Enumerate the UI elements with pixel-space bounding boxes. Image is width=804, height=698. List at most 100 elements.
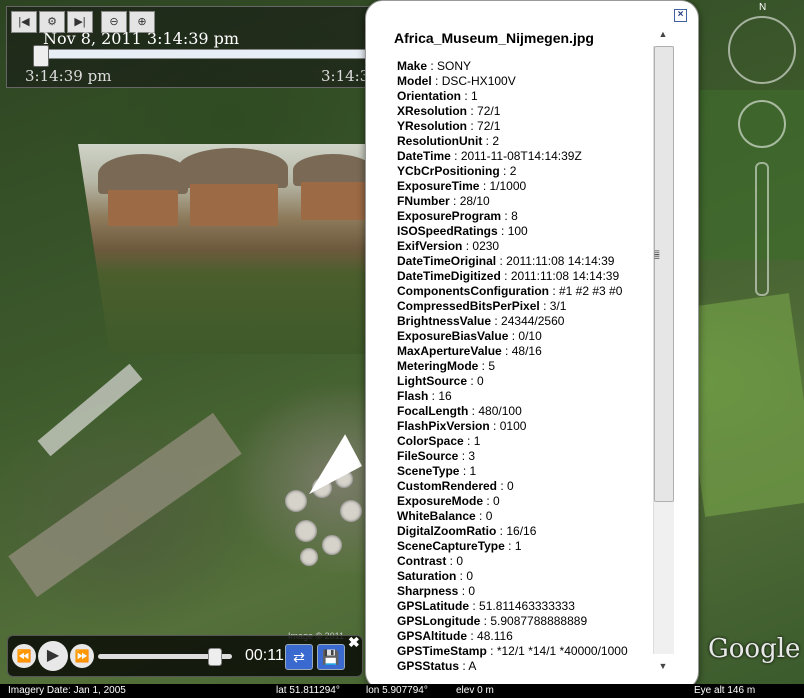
scrollbar-grip-icon: ≡ ≡	[654, 248, 660, 263]
exif-key: DateTime	[397, 149, 451, 163]
exif-row: Make : SONY	[397, 59, 647, 74]
photo-overlay[interactable]	[78, 144, 368, 354]
time-slider-handle[interactable]	[33, 45, 49, 67]
exif-row: GPSLatitude : 51.811463333333	[397, 599, 647, 614]
exif-row: DateTime : 2011-11-08T14:14:39Z	[397, 149, 647, 164]
zoom-slider[interactable]	[755, 162, 769, 296]
exif-key: FNumber	[397, 194, 450, 208]
save-icon[interactable]: 💾	[317, 644, 345, 670]
exif-separator: :	[480, 614, 491, 628]
exif-key: DigitalZoomRatio	[397, 524, 497, 538]
exif-separator: :	[489, 419, 500, 433]
exif-value: *12/1 *14/1 *40000/1000	[496, 644, 628, 658]
exif-separator: :	[427, 59, 438, 73]
repeat-icon[interactable]: ⇄	[285, 644, 313, 670]
exif-row: ResolutionUnit : 2	[397, 134, 647, 149]
scrollbar-thumb[interactable]	[654, 46, 674, 502]
time-slider-date: Nov 8, 2011 3:14:39 pm	[43, 29, 240, 48]
exif-row: ExifVersion : 0230	[397, 239, 647, 254]
exif-row: ISOSpeedRatings : 100	[397, 224, 647, 239]
exif-separator: :	[449, 194, 460, 208]
exif-separator: :	[499, 164, 510, 178]
exif-key: ComponentsConfiguration	[397, 284, 549, 298]
exif-row: FlashPixVersion : 0100	[397, 419, 647, 434]
north-indicator: N	[759, 2, 767, 13]
close-icon[interactable]: ✖	[348, 634, 360, 651]
exif-key: SceneType	[397, 464, 460, 478]
exif-key: XResolution	[397, 104, 468, 118]
time-slider-track[interactable]	[37, 49, 371, 59]
exif-row: CompressedBitsPerPixel : 3/1	[397, 299, 647, 314]
look-joystick[interactable]	[728, 16, 796, 84]
move-joystick[interactable]	[738, 100, 786, 148]
exif-field-list: Make : SONY Model : DSC-HX100V Orientation…	[397, 59, 647, 673]
rewind-icon[interactable]: ⏪	[12, 644, 36, 668]
exif-key: ExposureMode	[397, 494, 484, 508]
exif-value: 8	[511, 209, 518, 223]
exif-value: DSC-HX100V	[441, 74, 516, 88]
exif-value: 72/1	[477, 104, 501, 118]
fast-forward-icon[interactable]: ⏩	[70, 644, 94, 668]
latitude-readout: lat 51.811294°	[276, 685, 340, 696]
exif-separator: :	[475, 509, 486, 523]
arrow-up-icon[interactable]: ▲	[651, 24, 675, 44]
exif-separator: :	[478, 359, 489, 373]
hut-roof	[322, 535, 342, 555]
time-slider-start-label: 3:14:39 pm	[25, 67, 112, 85]
time-slider-panel: |◀ ⚙ ▶| ⊖ ⊕ Nov 8, 2011 3:14:39 pm 3:14:…	[6, 6, 371, 88]
exif-row: DigitalZoomRatio : 16/16	[397, 524, 647, 539]
exif-key: FlashPixVersion	[397, 419, 490, 433]
exif-key: ISOSpeedRatings	[397, 224, 498, 238]
tour-time: 00:11	[245, 647, 284, 664]
exif-value: 0	[493, 494, 500, 508]
exif-key: LightSource	[397, 374, 468, 388]
exif-separator: :	[467, 629, 478, 643]
exif-key: GPSStatus	[397, 659, 460, 673]
exif-key: FocalLength	[397, 404, 469, 418]
exif-key: GPSAltitude	[397, 629, 468, 643]
exif-separator: :	[504, 539, 515, 553]
elevation-readout: elev 0 m	[456, 685, 494, 696]
exif-value: 2011:11:08 14:14:39	[510, 269, 620, 283]
exif-separator: :	[467, 104, 478, 118]
exif-value: 2011-11-08T14:14:39Z	[460, 149, 582, 163]
exif-value: 3	[468, 449, 476, 463]
exif-separator: :	[459, 659, 469, 673]
exif-separator: :	[467, 119, 478, 133]
exif-value: A	[468, 659, 477, 673]
exif-key: CustomRendered	[397, 479, 498, 493]
tour-progress-handle[interactable]	[208, 648, 222, 666]
step-back-icon[interactable]: |◀	[11, 11, 37, 33]
road	[37, 363, 143, 457]
exif-row: ColorSpace : 1	[397, 434, 647, 449]
exif-row: Contrast : 0	[397, 554, 647, 569]
exif-row: ExposureTime : 1/1000	[397, 179, 647, 194]
close-icon[interactable]: ×	[674, 9, 687, 22]
exif-value: 2	[509, 164, 517, 178]
exif-key: GPSLongitude	[397, 614, 481, 628]
hut-roof	[340, 500, 362, 522]
exif-value: 0	[468, 584, 476, 598]
exif-value: 1/1000	[489, 179, 527, 193]
exif-value: #1 #2 #3 #0	[559, 284, 623, 298]
exif-row: CustomRendered : 0	[397, 479, 647, 494]
exif-separator: :	[467, 374, 478, 388]
exif-key: Orientation	[397, 89, 462, 103]
exif-value: 1	[473, 434, 481, 448]
exif-value: 3/1	[549, 299, 567, 313]
balloon-scrollbar[interactable]: ▲ ≡ ≡ ▼	[651, 24, 675, 676]
exif-separator: :	[539, 299, 550, 313]
arrow-down-icon[interactable]: ▼	[651, 656, 675, 676]
exif-key: FileSource	[397, 449, 459, 463]
exif-value: 48/16	[511, 344, 542, 358]
exif-separator: :	[456, 569, 467, 583]
hut-roof	[295, 520, 317, 542]
exif-value: 0	[466, 569, 474, 583]
hut-roof	[285, 490, 307, 512]
time-slider-end-label: 3:14:3	[321, 67, 370, 85]
exif-row: YResolution : 72/1	[397, 119, 647, 134]
eye-altitude-readout: Eye alt 146 m	[694, 685, 756, 696]
play-icon[interactable]: ▶	[38, 641, 68, 671]
exif-key: Contrast	[397, 554, 447, 568]
hut-roof	[300, 548, 318, 566]
